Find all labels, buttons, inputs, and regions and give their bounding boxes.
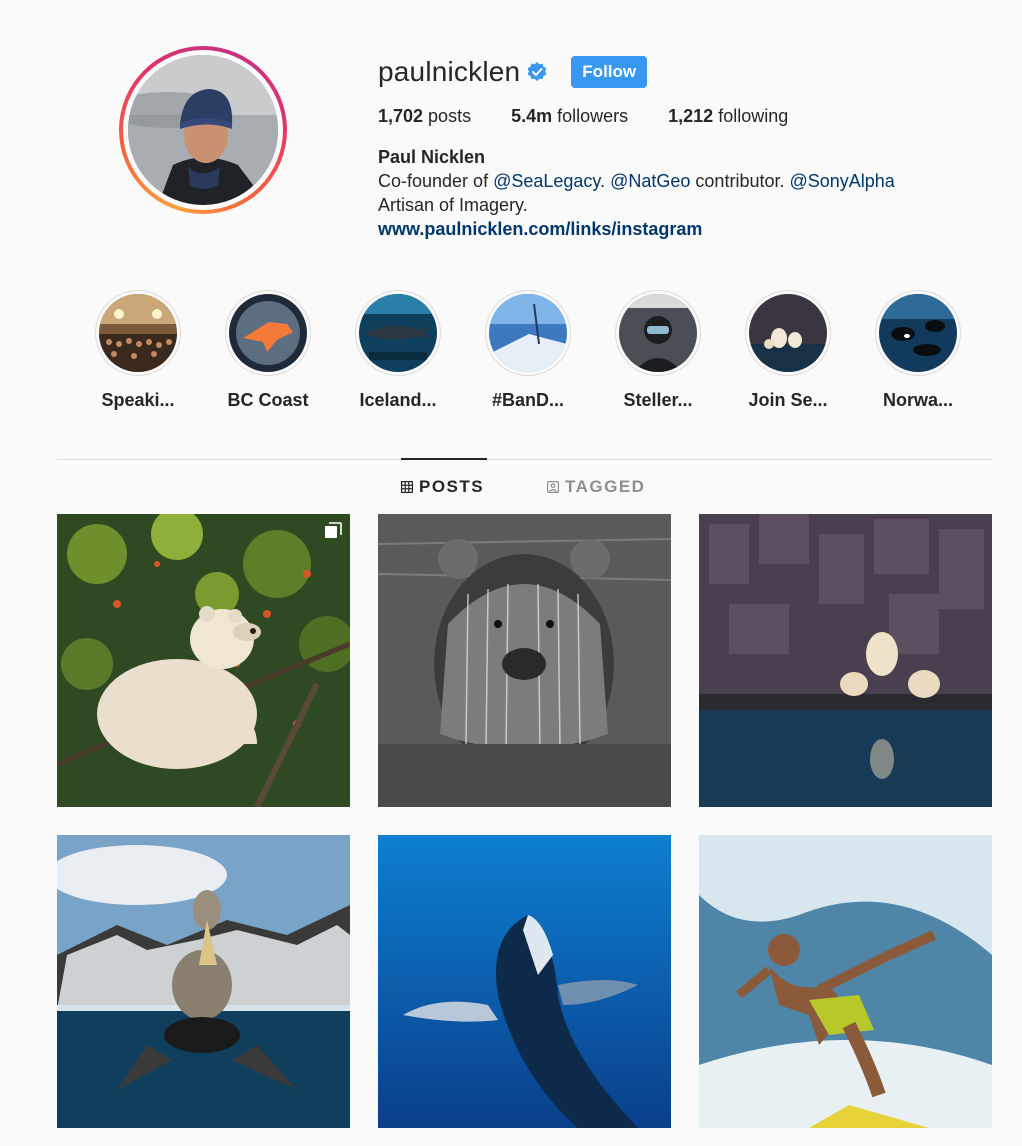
mention-sonyalpha[interactable]: @SonyAlpha: [789, 171, 894, 191]
username: paulnicklen: [378, 56, 521, 87]
tab-posts[interactable]: POSTS: [401, 458, 487, 514]
highlight-image: [229, 294, 307, 372]
grid-icon: [401, 481, 413, 493]
highlight-image: [879, 294, 957, 372]
highlight-ring: [875, 290, 961, 376]
mention-natgeo[interactable]: @NatGeo: [610, 171, 690, 191]
following-count: 1,212: [668, 106, 714, 126]
post-thumbnail[interactable]: [699, 835, 992, 1128]
followers-label: followers: [552, 106, 629, 126]
highlight-image: [749, 294, 827, 372]
post-thumbnail[interactable]: [378, 835, 671, 1128]
bio-prefix: Co-founder of: [378, 171, 494, 191]
followers-count: 5.4m: [511, 106, 553, 126]
posts-count: 1,702: [378, 106, 424, 126]
tab-posts-label: POSTS: [419, 477, 485, 496]
tabs-divider: [57, 459, 992, 460]
highlight-label: #BanD...: [491, 390, 565, 410]
highlight-image: [489, 294, 567, 372]
post-thumbnail[interactable]: [378, 514, 671, 807]
title-row: paulnicklen Follow: [378, 54, 998, 90]
highlight-image: [359, 294, 437, 372]
following-stat[interactable]: 1,212 following: [668, 106, 788, 127]
highlight-item[interactable]: Steller...: [603, 290, 713, 411]
highlight-ring: [95, 290, 181, 376]
tagged-icon: [547, 481, 559, 493]
following-label: following: [713, 106, 789, 126]
bio: Paul Nicklen Co-founder of @SeaLegacy. @…: [378, 145, 998, 241]
full-name: Paul Nicklen: [378, 147, 486, 167]
highlight-label: Join Se...: [748, 390, 828, 410]
highlight-ring: [225, 290, 311, 376]
highlight-label: BC Coast: [227, 390, 309, 410]
avatar-gap: [123, 50, 283, 210]
verified-badge-icon: [527, 62, 547, 82]
story-highlights: Speaki... BC Coast Iceland... #BanD... S…: [0, 290, 1022, 410]
highlight-item[interactable]: #BanD...: [473, 290, 583, 411]
bio-sep: .: [600, 171, 611, 191]
highlight-item[interactable]: BC Coast: [213, 290, 323, 411]
bio-line-2: Artisan of Imagery.: [378, 195, 528, 215]
follow-button[interactable]: Follow: [571, 56, 648, 88]
profile-stats: 1,702 posts 5.4m followers 1,212 followi…: [378, 106, 998, 127]
multiple-photos-icon: [325, 522, 342, 538]
bio-mid: contributor.: [690, 171, 790, 191]
post-thumbnail[interactable]: [57, 514, 350, 807]
posts-label: posts: [423, 106, 472, 126]
tab-tagged[interactable]: TAGGED: [547, 459, 657, 515]
highlight-image: [99, 294, 177, 372]
highlight-item[interactable]: Speaki...: [83, 290, 193, 411]
website-link[interactable]: www.paulnicklen.com/links/instagram: [378, 217, 998, 241]
highlight-image: [619, 294, 697, 372]
highlight-ring: [485, 290, 571, 376]
post-thumbnail[interactable]: [57, 835, 350, 1128]
profile-avatar-ring[interactable]: [119, 46, 287, 214]
highlight-label: Speaki...: [101, 390, 175, 410]
highlight-item[interactable]: Join Se...: [733, 290, 843, 411]
bio-line-1: Co-founder of @SeaLegacy. @NatGeo contri…: [378, 169, 998, 193]
profile-info: paulnicklen Follow 1,702 posts 5.4m foll…: [378, 54, 998, 241]
highlight-item[interactable]: Iceland...: [343, 290, 453, 411]
post-thumbnail[interactable]: [699, 514, 992, 807]
highlight-ring: [745, 290, 831, 376]
highlight-ring: [355, 290, 441, 376]
highlight-label: Steller...: [623, 390, 693, 410]
highlight-label: Iceland...: [359, 390, 437, 410]
highlight-ring: [615, 290, 701, 376]
mention-sealegacy[interactable]: @SeaLegacy: [493, 171, 600, 191]
posts-stat: 1,702 posts: [378, 106, 471, 127]
highlight-label: Norwa...: [882, 390, 953, 410]
avatar[interactable]: [128, 55, 278, 205]
followers-stat[interactable]: 5.4m followers: [511, 106, 628, 127]
tab-tagged-label: TAGGED: [565, 477, 646, 496]
highlight-item[interactable]: Norwa...: [863, 290, 973, 411]
